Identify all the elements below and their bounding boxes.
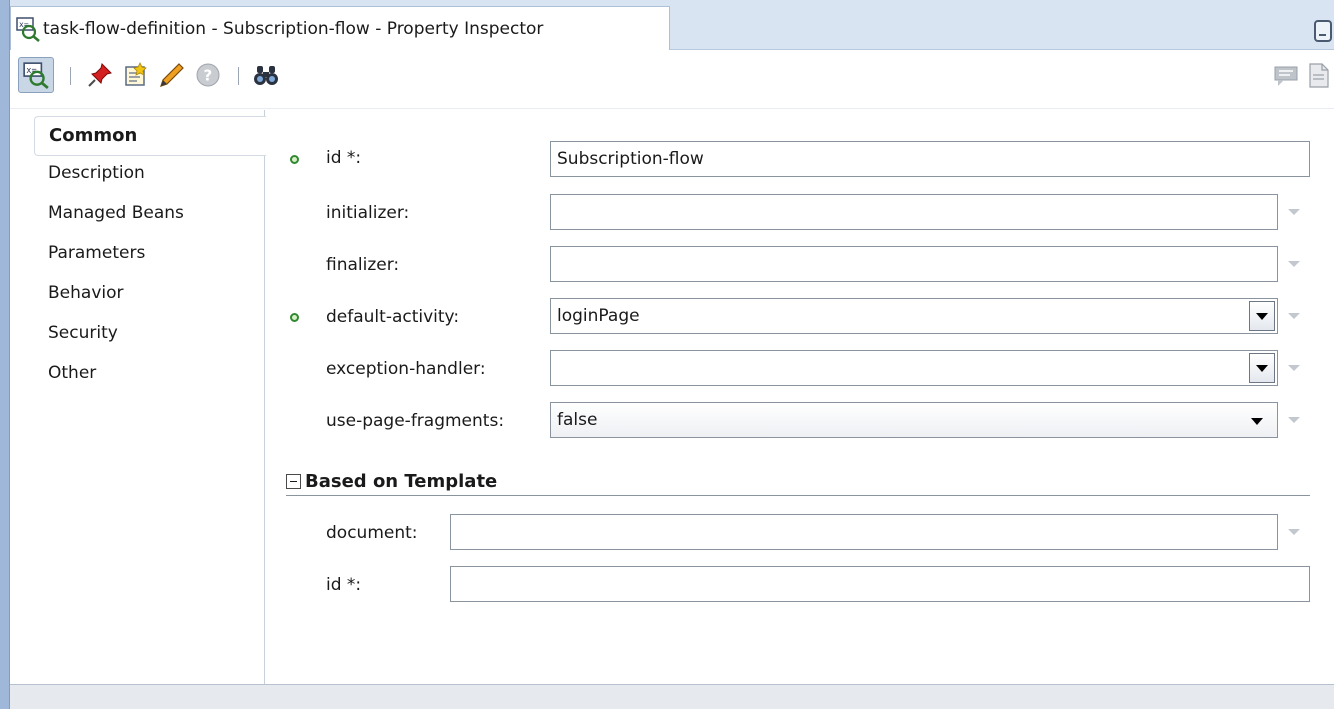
nav-item-parameters[interactable]: Parameters <box>48 243 145 263</box>
finalizer-label: finalizer: <box>326 255 400 275</box>
exception-handler-options-icon[interactable] <box>1288 365 1300 371</box>
window-title: task-flow-definition - Subscription-flow… <box>43 18 544 39</box>
minimize-icon[interactable] <box>1314 20 1332 42</box>
category-nav: Common Description Managed Beans Paramet… <box>10 110 266 684</box>
binoculars-find-icon[interactable] <box>248 57 284 93</box>
svg-text:?: ? <box>204 67 213 85</box>
toolbar-separator <box>238 67 239 85</box>
window-frame-edge <box>0 0 10 709</box>
help-icon[interactable]: ? <box>190 57 226 93</box>
section-title: Based on Template <box>305 471 498 492</box>
chevron-down-icon[interactable] <box>1249 301 1275 331</box>
nav-item-other[interactable]: Other <box>48 363 96 383</box>
use-page-fragments-value: false <box>557 410 598 430</box>
property-form: id *: Subscription-flow initializer: fin… <box>266 110 1334 684</box>
initializer-label: initializer: <box>326 203 410 223</box>
chevron-down-icon <box>1251 418 1263 425</box>
default-activity-options-icon[interactable] <box>1288 313 1300 319</box>
document-field[interactable] <box>450 514 1278 550</box>
required-indicator-icon <box>290 155 299 164</box>
finalizer-field[interactable] <box>550 246 1278 282</box>
initializer-field[interactable] <box>550 194 1278 230</box>
exception-handler-combo[interactable] <box>550 350 1278 386</box>
pencil-icon[interactable] <box>154 57 190 93</box>
id-field[interactable]: Subscription-flow <box>550 141 1310 177</box>
exception-handler-label: exception-handler: <box>326 359 486 379</box>
bottom-status-strip <box>10 684 1334 709</box>
collapse-toggle-icon[interactable] <box>286 474 301 489</box>
title-tab-bar: x= task-flow-definition - Subscription-f… <box>10 0 1334 50</box>
default-activity-label: default-activity: <box>326 307 460 327</box>
edit-properties-icon[interactable] <box>118 57 154 93</box>
property-inspector-tab[interactable]: x= task-flow-definition - Subscription-f… <box>10 6 670 50</box>
template-id-field[interactable] <box>450 566 1310 602</box>
nav-item-common[interactable]: Common <box>34 116 266 156</box>
based-on-template-section: Based on Template <box>286 468 1310 496</box>
chevron-down-icon[interactable] <box>1249 353 1275 383</box>
default-activity-value: loginPage <box>557 306 640 326</box>
pin-icon[interactable] <box>82 57 118 93</box>
nav-item-behavior[interactable]: Behavior <box>48 283 124 303</box>
toolbar: x= ? <box>10 51 1334 109</box>
comment-icon[interactable] <box>1268 57 1304 93</box>
required-indicator-icon <box>290 313 299 322</box>
nav-item-security[interactable]: Security <box>48 323 118 343</box>
property-inspector-icon: x= <box>16 16 40 42</box>
toolbar-separator <box>70 67 71 85</box>
document-options-icon[interactable] <box>1288 529 1300 535</box>
template-id-label: id *: <box>326 575 362 595</box>
nav-item-description[interactable]: Description <box>48 163 145 183</box>
finalizer-options-icon[interactable] <box>1288 261 1300 267</box>
use-page-fragments-label: use-page-fragments: <box>326 411 505 431</box>
document-label: document: <box>326 523 418 543</box>
property-inspector-toggle-icon[interactable]: x= <box>18 57 54 93</box>
document-icon[interactable] <box>1300 57 1334 93</box>
default-activity-combo[interactable]: loginPage <box>550 298 1278 334</box>
use-page-fragments-options-icon[interactable] <box>1288 417 1300 423</box>
nav-item-managed-beans[interactable]: Managed Beans <box>48 203 184 223</box>
initializer-options-icon[interactable] <box>1288 209 1300 215</box>
use-page-fragments-select[interactable]: false <box>550 402 1278 438</box>
id-label: id *: <box>326 148 362 168</box>
